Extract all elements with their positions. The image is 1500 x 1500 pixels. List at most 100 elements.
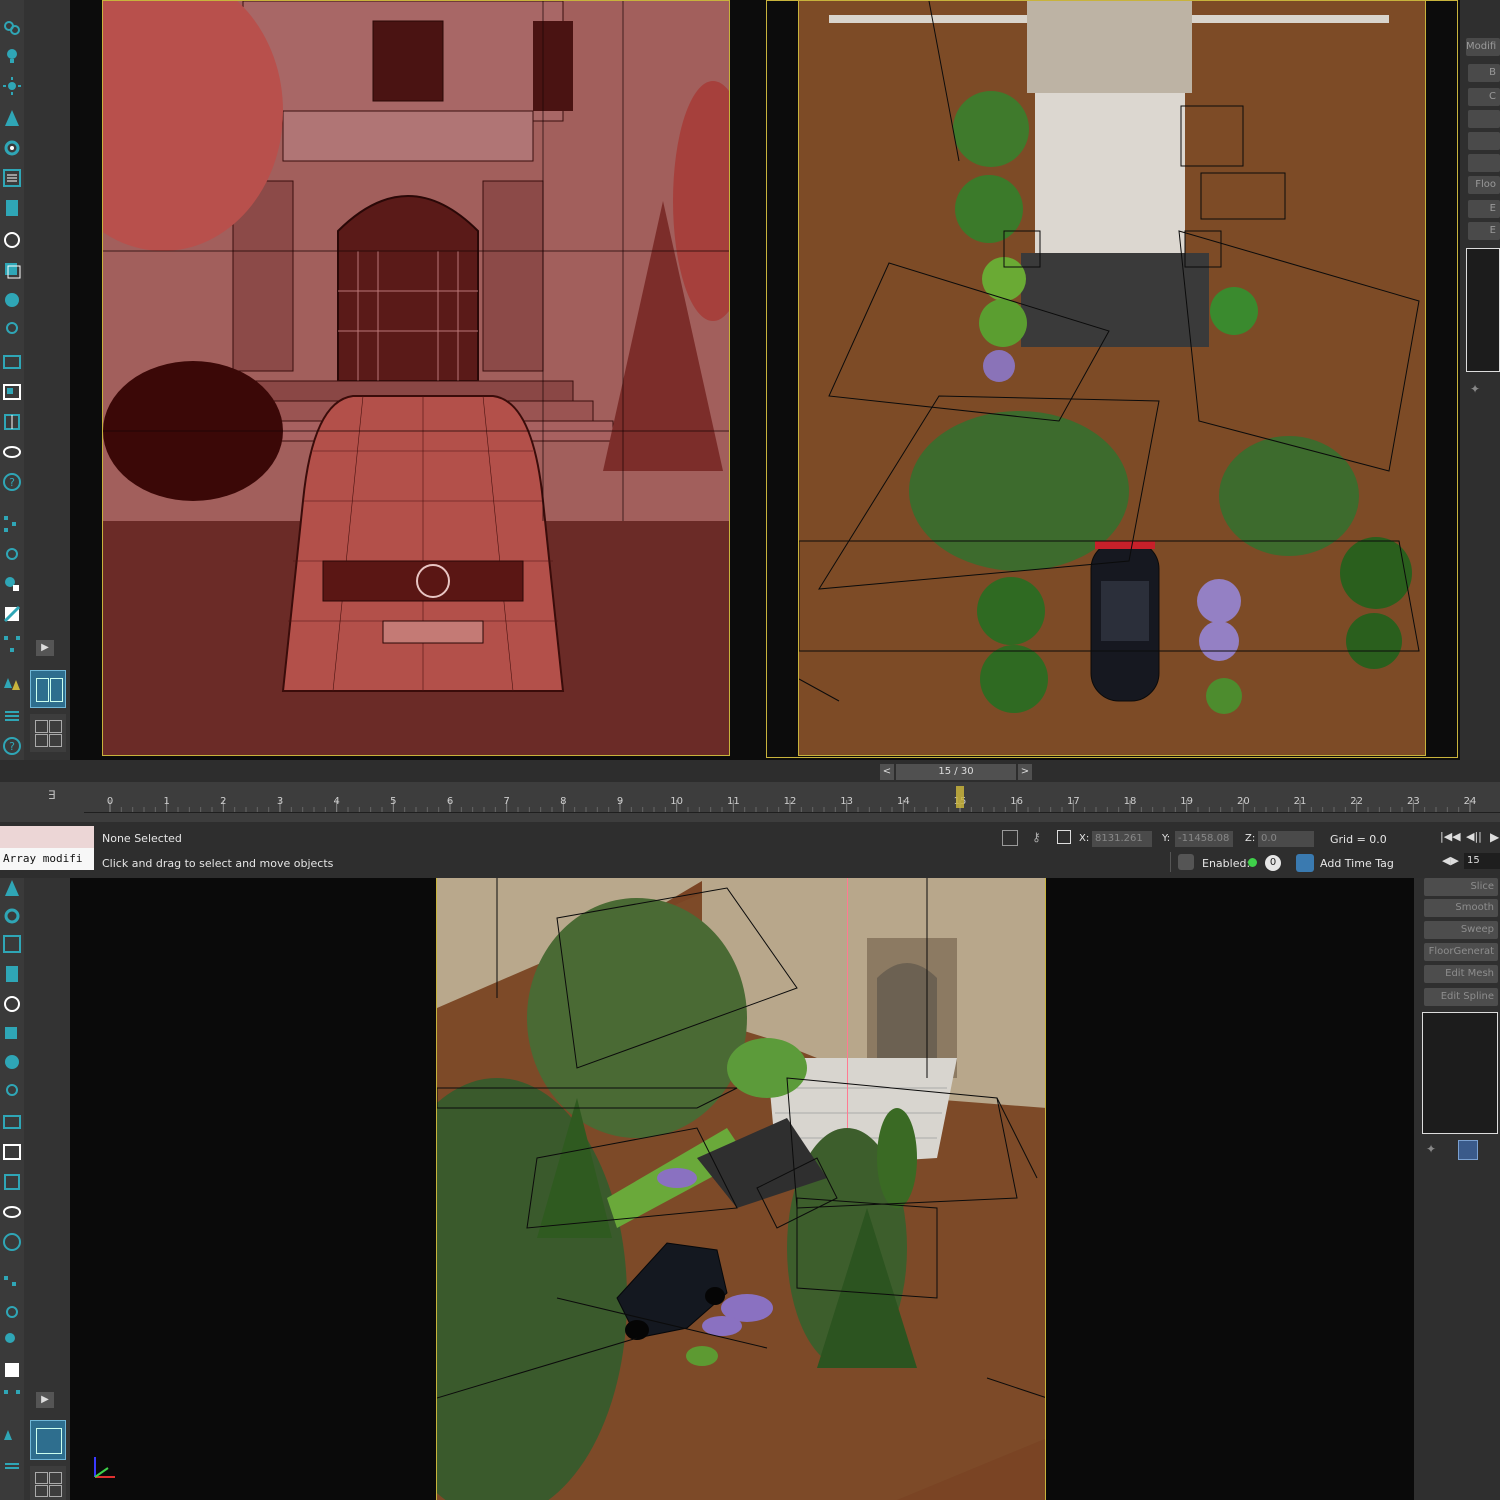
paint-icon[interactable]: [2, 604, 22, 624]
material-icon[interactable]: [2, 290, 22, 310]
list-icon[interactable]: [2, 168, 22, 188]
modifier-stack-box[interactable]: [1466, 248, 1500, 372]
y-coordinate-field[interactable]: -11458.08: [1175, 831, 1233, 847]
viewport-perspective[interactable]: [436, 878, 1046, 1500]
expand-arrow-icon[interactable]: ▶: [36, 1392, 54, 1408]
layout-four-pane-icon[interactable]: [30, 714, 66, 752]
timeline-tick-label: 11: [726, 796, 740, 807]
scale-icon[interactable]: [2, 574, 22, 594]
snap-icon[interactable]: [2, 412, 22, 432]
timeline-next-button[interactable]: >: [1018, 764, 1032, 780]
rotate-icon[interactable]: [2, 994, 22, 1014]
render-frame-icon[interactable]: [2, 382, 22, 402]
tree-icon[interactable]: [2, 676, 22, 696]
layout-two-pane-icon[interactable]: [30, 670, 66, 708]
expand-arrow-icon[interactable]: ▶: [36, 640, 54, 656]
paint-icon[interactable]: [2, 1360, 22, 1380]
current-frame-field[interactable]: 15: [1464, 853, 1500, 869]
pin-icon[interactable]: ✦: [1470, 382, 1480, 396]
cone-icon[interactable]: [2, 108, 22, 128]
selection-status: None Selected: [102, 832, 182, 845]
modifier-smooth-button[interactable]: Smooth: [1424, 899, 1498, 917]
z-coordinate-field[interactable]: 0.0: [1258, 831, 1314, 847]
panel-button-c[interactable]: C: [1468, 88, 1500, 106]
time-slider-marker[interactable]: [956, 786, 964, 808]
show-end-result-icon[interactable]: [1458, 1140, 1478, 1160]
bookmark-icon[interactable]: [2, 198, 22, 218]
previous-frame-icon[interactable]: ◀||: [1466, 830, 1482, 843]
time-tag-badge[interactable]: 0: [1265, 855, 1281, 871]
bulb-outline-icon[interactable]: [2, 320, 22, 340]
move-icon[interactable]: [2, 544, 22, 564]
help-icon[interactable]: ?: [2, 472, 22, 492]
absolute-mode-icon[interactable]: [1057, 830, 1071, 844]
menu-icon[interactable]: [2, 1458, 22, 1478]
layers-icon[interactable]: [2, 1024, 22, 1044]
add-time-tag-button[interactable]: Add Time Tag: [1320, 857, 1394, 870]
render-frame-icon[interactable]: [2, 1142, 22, 1162]
sun-icon[interactable]: [2, 76, 22, 96]
modifier-stack-box[interactable]: [1422, 1012, 1498, 1134]
rotate-icon[interactable]: [2, 230, 22, 250]
bulb-outline-icon[interactable]: [2, 1082, 22, 1102]
timeline-tick-label: 5: [390, 796, 397, 807]
align-icon[interactable]: [2, 634, 22, 654]
modifier-floorgenerator-button[interactable]: FloorGenerat: [1424, 943, 1498, 961]
viewport-front[interactable]: [102, 0, 730, 756]
eye-icon[interactable]: [2, 1202, 22, 1222]
pin-stack-icon[interactable]: ✦: [1426, 1142, 1436, 1156]
snap-icon[interactable]: [2, 1172, 22, 1192]
command-panel-tab[interactable]: Modifi: [1466, 38, 1500, 56]
panel-button-blank[interactable]: [1468, 132, 1500, 150]
layers-icon[interactable]: [2, 260, 22, 280]
timeline-frame-slider[interactable]: 15 / 30: [896, 764, 1016, 780]
bookmark-icon[interactable]: [2, 964, 22, 984]
curve-editor-icon[interactable]: ∃: [48, 788, 56, 802]
move-icon[interactable]: [2, 1302, 22, 1322]
menu-icon[interactable]: [2, 706, 22, 726]
list-icon[interactable]: [2, 934, 22, 954]
material-icon[interactable]: [2, 1052, 22, 1072]
viewport-icon[interactable]: [2, 1112, 22, 1132]
key-mode-icon[interactable]: ◀▶: [1442, 854, 1459, 867]
viewport-top[interactable]: [798, 0, 1426, 756]
panel-button-e[interactable]: E: [1468, 200, 1500, 218]
scale-icon[interactable]: [2, 1330, 22, 1350]
front-wireframe-scene: [103, 1, 729, 755]
help-icon[interactable]: ?: [2, 736, 22, 756]
timeline-prev-button[interactable]: <: [880, 764, 894, 780]
align-icon[interactable]: [2, 1388, 22, 1408]
select-icon[interactable]: [2, 514, 22, 534]
panel-button-blank[interactable]: [1468, 110, 1500, 128]
isolate-icon[interactable]: [1002, 830, 1018, 846]
modifier-slice-button[interactable]: Slice: [1424, 878, 1498, 896]
tree-icon[interactable]: [2, 1428, 22, 1448]
viewport-icon[interactable]: [2, 352, 22, 372]
select-icon[interactable]: [2, 1274, 22, 1294]
layout-four-pane-icon[interactable]: [30, 1466, 66, 1500]
panel-button-b[interactable]: B: [1468, 64, 1500, 82]
go-to-start-icon[interactable]: |◀◀: [1440, 830, 1461, 843]
adaptive-degradation-icon[interactable]: [1178, 854, 1194, 870]
eye-icon[interactable]: [2, 442, 22, 462]
modifier-edit-mesh-button[interactable]: Edit Mesh: [1424, 965, 1498, 983]
listener-input[interactable]: Array modifi: [0, 848, 94, 870]
layout-single-pane-icon[interactable]: [30, 1420, 66, 1460]
timeline-tick-label: 24: [1463, 796, 1477, 807]
play-icon[interactable]: ▶: [1490, 830, 1499, 844]
create-icon[interactable]: [2, 18, 22, 38]
light-bulb-icon[interactable]: [2, 46, 22, 66]
modifier-sweep-button[interactable]: Sweep: [1424, 921, 1498, 939]
panel-button-e2[interactable]: E: [1468, 222, 1500, 240]
gear-icon[interactable]: [2, 138, 22, 158]
gear-icon[interactable]: [2, 906, 22, 926]
panel-button-blank[interactable]: [1468, 154, 1500, 172]
lock-icon[interactable]: ⚷: [1032, 830, 1041, 844]
cone-icon[interactable]: [2, 878, 22, 898]
help-icon[interactable]: [2, 1232, 22, 1252]
panel-button-floor[interactable]: Floo: [1468, 176, 1500, 194]
x-coordinate-field[interactable]: 8131.261: [1092, 831, 1152, 847]
modifier-edit-spline-button[interactable]: Edit Spline: [1424, 988, 1498, 1006]
time-tag-icon[interactable]: [1296, 854, 1314, 872]
listener-input-top[interactable]: [0, 826, 94, 848]
